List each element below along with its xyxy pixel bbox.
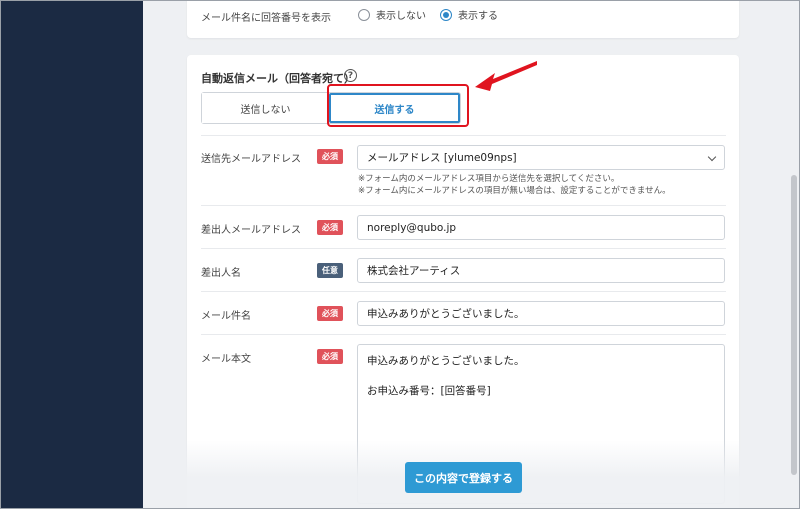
required-badge: 必須	[317, 306, 343, 321]
radio-hide-label: 表示しない	[376, 11, 426, 22]
radio-show[interactable]: 表示する	[440, 7, 498, 22]
optional-badge: 任意	[317, 263, 343, 278]
recipient-note-1: ※フォーム内のメールアドレス項目から送信先を選択してください。	[358, 174, 620, 184]
subject-row: メール件名 必須 申込みありがとうございました。	[201, 291, 726, 334]
sender-name-label: 差出人名	[201, 268, 241, 279]
red-arrow-annotation	[475, 61, 537, 91]
subject-label: メール件名	[201, 311, 251, 322]
subject-input[interactable]: 申込みありがとうございました。	[357, 301, 725, 326]
recipient-select[interactable]: メールアドレス [ylume09nps]	[357, 145, 725, 170]
subject-number-card: メール件名に回答番号を表示 表示しない 表示する	[187, 0, 739, 38]
subject-number-radio-group: 表示しない 表示する	[358, 7, 512, 22]
recipient-label: 送信先メールアドレス	[201, 154, 301, 165]
scrollbar[interactable]	[789, 0, 799, 509]
chevron-down-icon	[707, 152, 717, 162]
scrollbar-thumb[interactable]	[791, 175, 797, 475]
required-badge: 必須	[317, 220, 343, 235]
highlight-box-annotation	[327, 84, 469, 127]
sidebar	[0, 0, 143, 509]
recipient-select-value: メールアドレス [ylume09nps]	[367, 152, 517, 164]
toggle-do-not-send[interactable]: 送信しない	[202, 93, 329, 123]
body-line-1: 申込みありがとうございました。	[367, 355, 525, 367]
body-line-2: お申込み番号：[回答番号]	[367, 385, 491, 397]
recipient-row: 送信先メールアドレス 必須 メールアドレス [ylume09nps] ※フォーム…	[201, 135, 726, 205]
recipient-note-2: ※フォーム内にメールアドレスの項目が無い場合は、設定することができません。	[358, 186, 671, 196]
sender-name-row: 差出人名 任意 株式会社アーティス	[201, 248, 726, 291]
sender-address-label: 差出人メールアドレス	[201, 225, 301, 236]
radio-show-label: 表示する	[458, 11, 498, 22]
sender-name-input[interactable]: 株式会社アーティス	[357, 258, 725, 283]
sender-address-input[interactable]: noreply@qubo.jp	[357, 215, 725, 240]
required-badge: 必須	[317, 349, 343, 364]
subject-number-label: メール件名に回答番号を表示	[201, 13, 331, 24]
help-icon[interactable]: ?	[344, 69, 357, 82]
required-badge: 必須	[317, 149, 343, 164]
radio-show-circle[interactable]	[440, 8, 452, 21]
body-label: メール本文	[201, 354, 251, 365]
sender-address-row: 差出人メールアドレス 必須 noreply@qubo.jp	[201, 205, 726, 248]
submit-button[interactable]: この内容で登録する	[405, 462, 522, 493]
radio-hide[interactable]: 表示しない	[358, 7, 426, 22]
radio-hide-circle[interactable]	[358, 8, 370, 21]
